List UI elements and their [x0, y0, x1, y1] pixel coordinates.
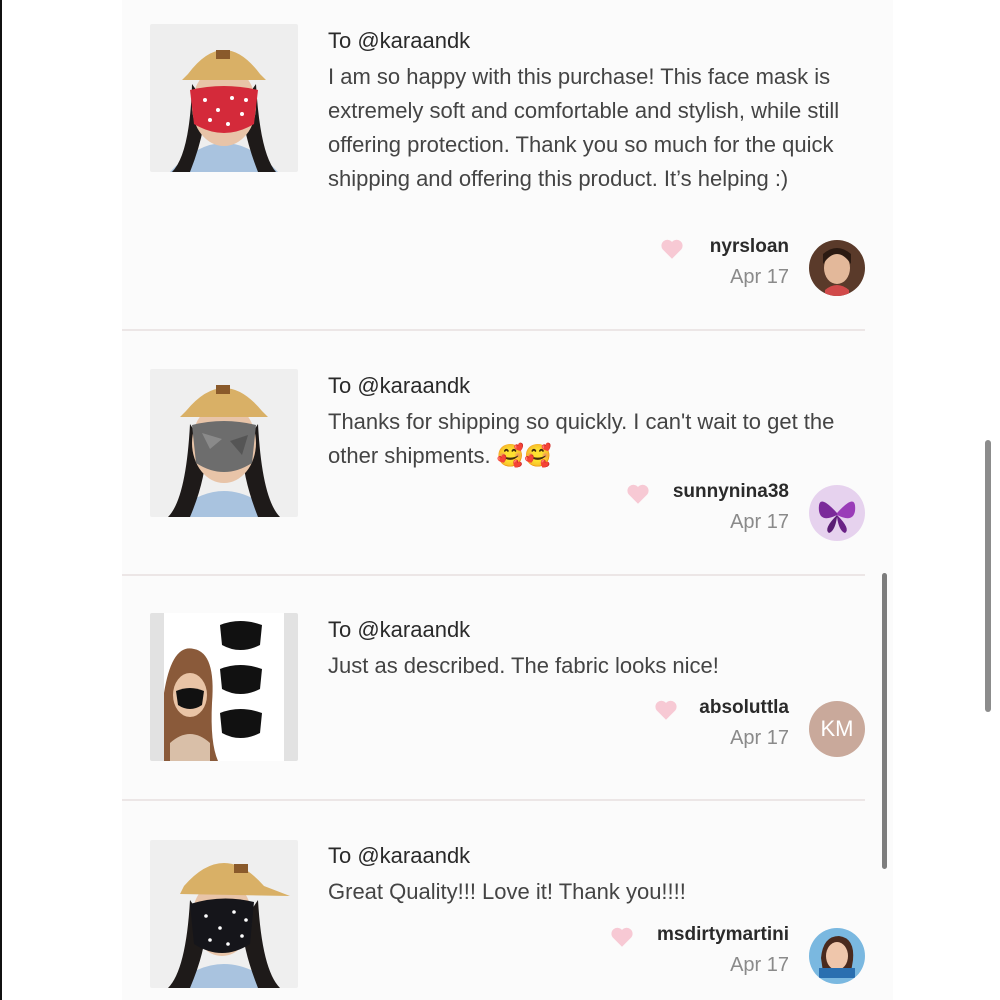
review-photo[interactable] — [150, 24, 298, 172]
review-meta: msdirtymartini Apr 17 — [565, 924, 865, 984]
review-text: I am so happy with this purchase! This f… — [328, 64, 840, 191]
screen-edge — [0, 0, 2, 1000]
review-recipient: To @karaandk — [328, 28, 471, 53]
divider — [122, 329, 865, 331]
review-photo[interactable] — [150, 369, 298, 517]
heart-icon[interactable] — [659, 236, 685, 262]
heart-icon[interactable] — [625, 481, 651, 507]
divider — [122, 574, 865, 576]
divider — [122, 799, 865, 801]
review-text: Thanks for shipping so quickly. I can't … — [328, 409, 835, 468]
avatar[interactable]: KM — [809, 701, 865, 757]
review-date: Apr 17 — [730, 266, 789, 288]
heart-icon[interactable] — [653, 697, 679, 723]
heart-icon[interactable] — [609, 924, 635, 950]
review-photo[interactable] — [150, 840, 298, 988]
review-date: Apr 17 — [730, 954, 789, 976]
reviewer-username[interactable]: sunnynina38 — [673, 481, 789, 503]
review-text: Just as described. The fabric looks nice… — [328, 653, 719, 678]
reviews-list[interactable]: To @karaandk I am so happy with this pur… — [122, 0, 893, 1000]
avatar[interactable] — [809, 240, 865, 296]
review-content: To @karaandk Just as described. The fabr… — [328, 615, 868, 683]
reviewer-username[interactable]: nyrsloan — [710, 236, 789, 258]
review-recipient: To @karaandk — [328, 373, 471, 398]
review-date: Apr 17 — [730, 727, 789, 749]
review-meta: nyrsloan Apr 17 — [565, 236, 865, 296]
page-scrollbar[interactable] — [985, 440, 991, 712]
review-recipient: To @karaandk — [328, 617, 471, 642]
review-date: Apr 17 — [730, 511, 789, 533]
reviewer-username[interactable]: msdirtymartini — [657, 924, 789, 946]
review-content: To @karaandk Thanks for shipping so quic… — [328, 371, 868, 473]
review-photo[interactable] — [150, 613, 298, 761]
review-content: To @karaandk Great Quality!!! Love it! T… — [328, 841, 868, 909]
scrollbar[interactable] — [882, 573, 887, 869]
review-recipient: To @karaandk — [328, 843, 471, 868]
review-content: To @karaandk I am so happy with this pur… — [328, 26, 868, 196]
avatar[interactable] — [809, 485, 865, 541]
avatar[interactable] — [809, 928, 865, 984]
review-meta: sunnynina38 Apr 17 — [565, 481, 865, 541]
review-meta: absoluttla Apr 17 KM — [565, 697, 865, 757]
review-text: Great Quality!!! Love it! Thank you!!!! — [328, 879, 686, 904]
reviewer-username[interactable]: absoluttla — [699, 697, 789, 719]
